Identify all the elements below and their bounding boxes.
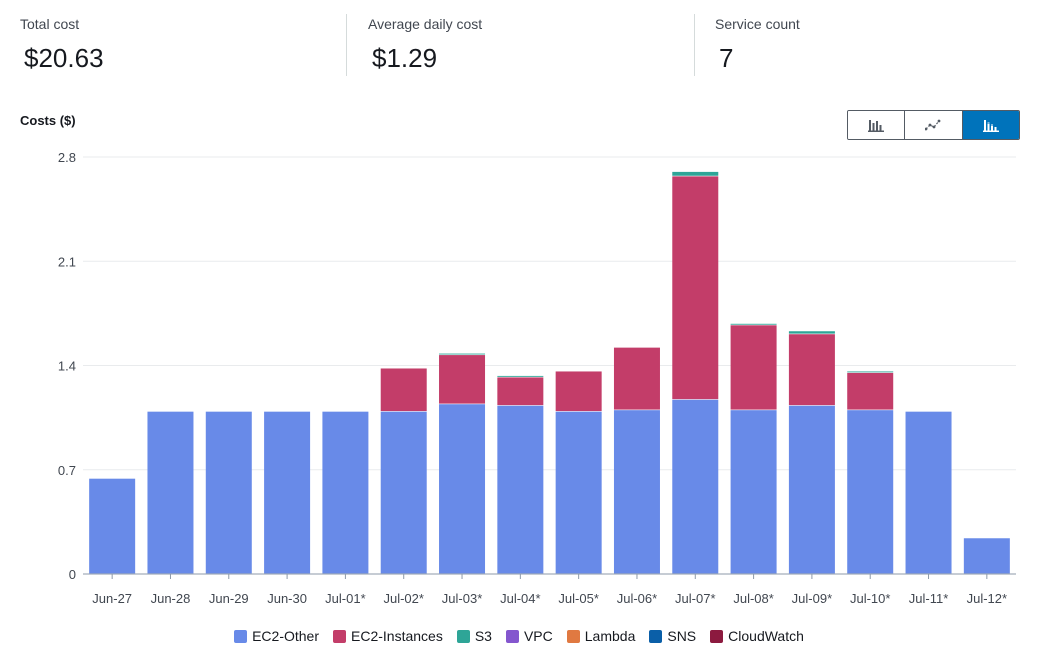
legend-item[interactable]: S3 xyxy=(456,626,492,646)
total-cost-value: $20.63 xyxy=(24,43,104,73)
legend-item[interactable]: EC2-Instances xyxy=(333,626,443,646)
chart-legend: EC2-Other EC2-Instances S3 VPC Lambda SNS Clou… xyxy=(0,626,1038,646)
total-cost-metric: Total cost $20.63 xyxy=(20,14,104,76)
legend-swatch xyxy=(710,629,724,643)
service-count-value: 7 xyxy=(719,43,734,73)
stacked-bar-chart: 0 0.7 1.4 2.1 2.8 Jun-27 Jun-28 Jun-29 Jun-30 Jul… xyxy=(58,150,1016,606)
legend-item[interactable]: EC2-Other xyxy=(234,626,319,646)
bar-segment xyxy=(847,372,894,410)
bar-segment xyxy=(730,323,777,325)
x-tick-label: Jul-09* xyxy=(792,591,832,606)
bar-segment xyxy=(555,411,602,574)
bar-segment xyxy=(672,171,719,176)
legend-swatch xyxy=(333,629,347,643)
bar-segment xyxy=(788,331,835,334)
bar-segment xyxy=(205,411,252,574)
x-tick-label: Jul-01* xyxy=(325,591,365,606)
x-tick-label: Jun-30 xyxy=(267,591,307,606)
legend-swatch xyxy=(456,629,470,643)
bar-segment xyxy=(439,353,486,355)
stacked-bar-chart-button[interactable] xyxy=(962,111,1019,139)
legend-label: S3 xyxy=(474,628,492,644)
avg-daily-cost-metric: Average daily cost $1.29 xyxy=(368,14,482,76)
cost-summary: Total cost $20.63 Average daily cost $1.… xyxy=(0,0,1038,80)
summary-divider xyxy=(346,14,347,76)
legend-label: VPC xyxy=(523,628,553,644)
summary-divider xyxy=(694,14,695,76)
bar-segment xyxy=(147,411,194,574)
y-axis-title: Costs ($) xyxy=(20,113,76,128)
y-tick-label: 2.1 xyxy=(58,254,76,269)
legend-label: Lambda xyxy=(584,628,636,644)
line-chart-icon xyxy=(925,119,941,131)
bar-segment xyxy=(497,377,544,406)
bar-segment xyxy=(788,405,835,574)
x-tick-label: Jul-10* xyxy=(850,591,890,606)
y-tick-label: 2.8 xyxy=(58,150,76,165)
y-tick-label: 0 xyxy=(69,567,76,582)
bar-segment xyxy=(613,410,660,574)
x-tick-label: Jul-08* xyxy=(733,591,773,606)
bar-segment xyxy=(672,176,719,400)
stacked-bar-chart-icon xyxy=(982,120,999,132)
x-tick-label: Jul-06* xyxy=(617,591,657,606)
y-tick-label: 0.7 xyxy=(58,463,76,478)
x-tick-label: Jun-29 xyxy=(209,591,249,606)
legend-label: SNS xyxy=(667,628,697,644)
legend-label: CloudWatch xyxy=(728,628,804,644)
bar-segment xyxy=(788,334,835,406)
bar-segment xyxy=(555,371,602,412)
x-tick-label: Jul-07* xyxy=(675,591,715,606)
bar-segment xyxy=(380,411,427,574)
bar-chart-icon xyxy=(868,120,885,132)
bar-segment xyxy=(322,411,369,574)
bar-segment xyxy=(439,355,486,404)
bar-segment xyxy=(730,325,777,410)
x-tick-label: Jul-03* xyxy=(442,591,482,606)
bar-segment xyxy=(264,411,311,574)
x-tick-label: Jul-04* xyxy=(500,591,540,606)
legend-swatch xyxy=(505,629,519,643)
x-tick-label: Jul-05* xyxy=(558,591,598,606)
avg-daily-cost-value: $1.29 xyxy=(372,43,438,73)
legend-label: EC2-Instances xyxy=(351,628,443,644)
legend-swatch xyxy=(649,629,663,643)
avg-daily-cost-label: Average daily cost xyxy=(368,16,483,32)
bar-segment xyxy=(89,478,136,574)
legend-swatch xyxy=(566,629,580,643)
x-tick-label: Jul-11* xyxy=(909,591,949,606)
x-tick-label: Jun-27 xyxy=(92,591,132,606)
bar-segment xyxy=(497,405,544,574)
service-count-metric: Service count 7 xyxy=(715,14,800,76)
x-tick-label: Jul-12* xyxy=(967,591,1007,606)
y-tick-label: 1.4 xyxy=(58,359,76,374)
total-cost-label: Total cost xyxy=(20,16,80,32)
legend-item[interactable]: CloudWatch xyxy=(710,626,804,646)
bar-chart-button[interactable] xyxy=(848,111,906,139)
legend-item[interactable]: Lambda xyxy=(566,626,636,646)
x-tick-label: Jul-02* xyxy=(383,591,423,606)
legend-swatch xyxy=(234,629,248,643)
bar-segment xyxy=(963,538,1010,574)
service-count-label: Service count xyxy=(715,16,800,32)
bar-segment xyxy=(847,371,894,373)
chart-type-toggle xyxy=(847,110,1020,140)
bar-segment xyxy=(497,375,544,377)
legend-item[interactable]: VPC xyxy=(505,626,553,646)
bar-segment xyxy=(613,347,660,410)
x-tick-label: Jun-28 xyxy=(151,591,191,606)
bar-segment xyxy=(439,404,486,574)
legend-item[interactable]: SNS xyxy=(649,626,696,646)
bar-segment xyxy=(730,410,777,574)
line-chart-button[interactable] xyxy=(905,111,963,139)
bar-segment xyxy=(847,410,894,574)
bar-segment xyxy=(905,411,952,574)
legend-label: EC2-Other xyxy=(252,628,320,644)
bar-segment xyxy=(672,399,719,574)
bar-segment xyxy=(380,368,427,412)
